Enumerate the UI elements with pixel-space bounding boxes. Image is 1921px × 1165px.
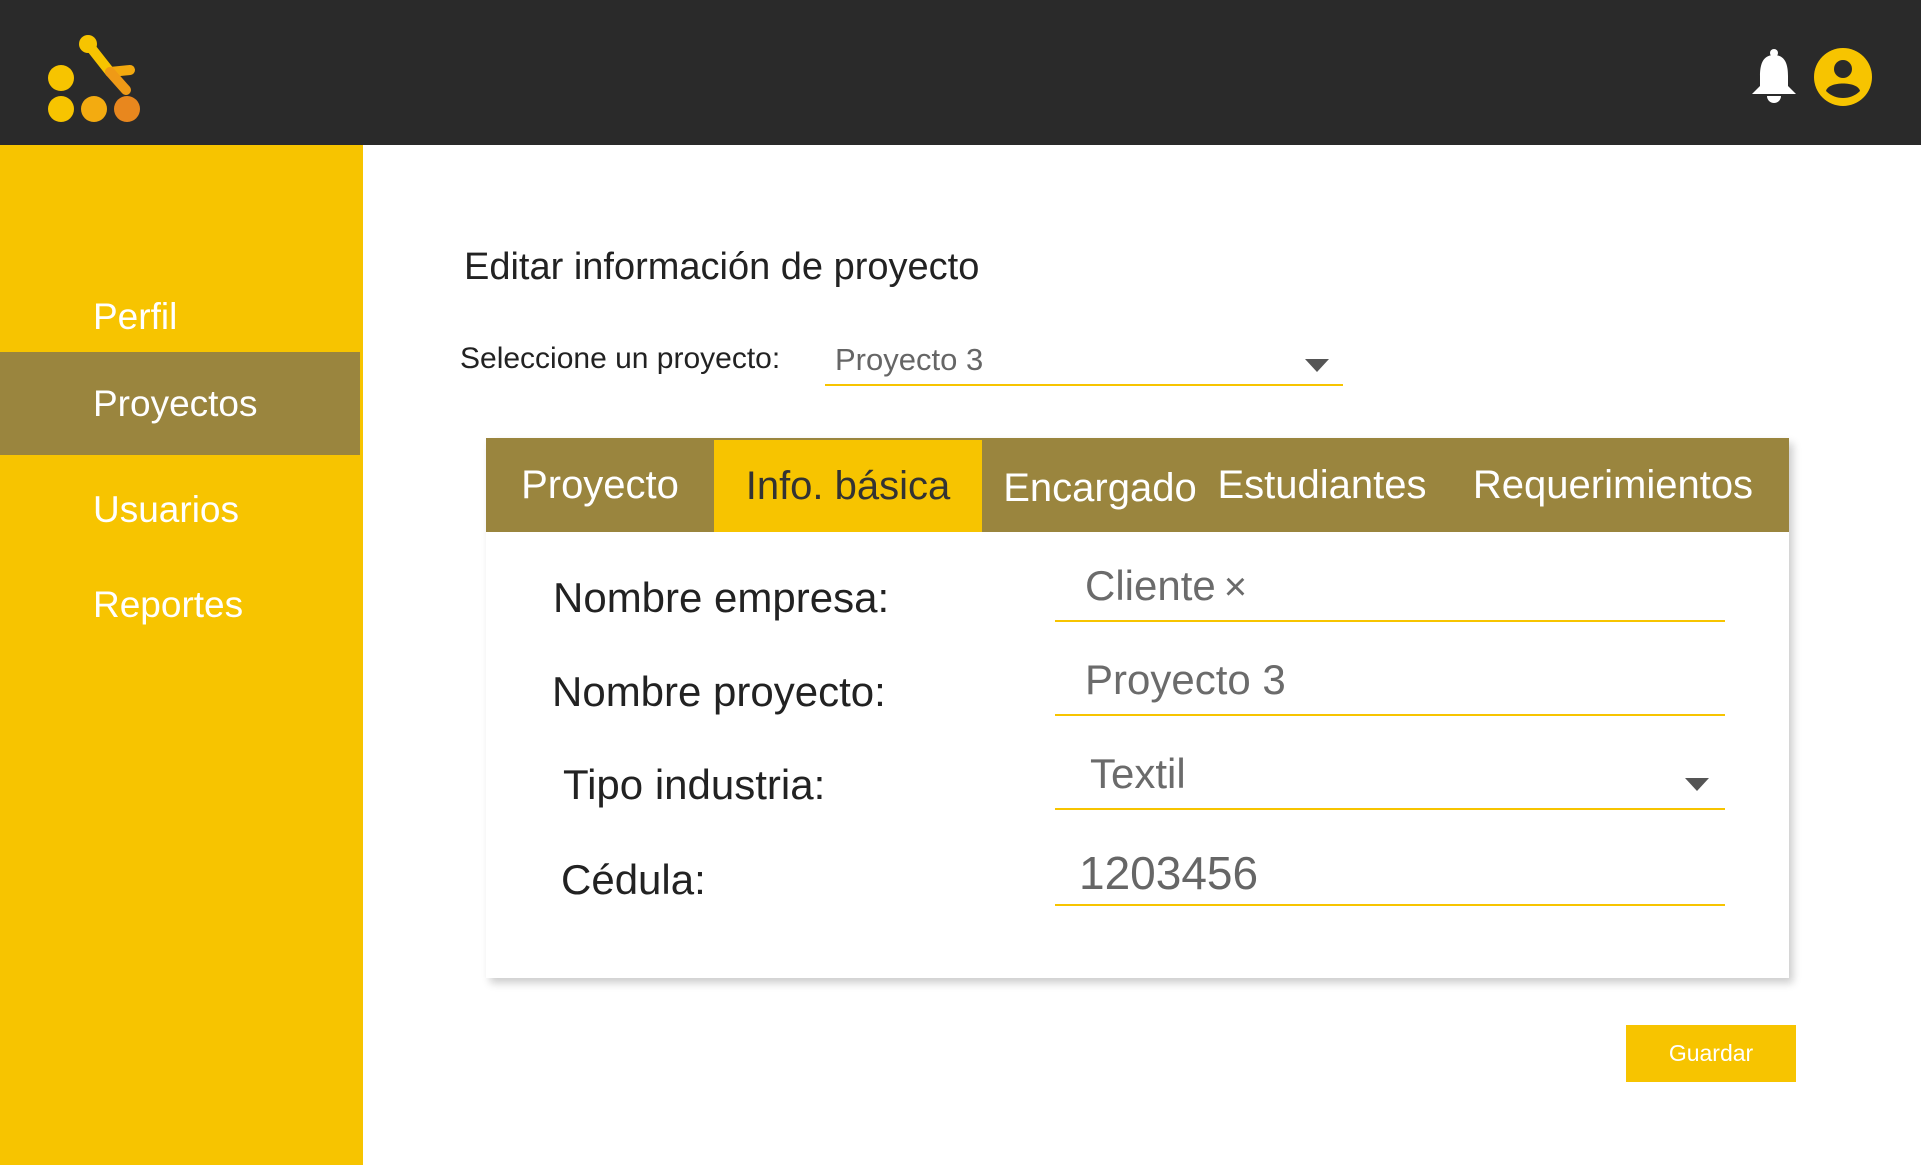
project-name-field[interactable]: Proyecto 3 [1055, 656, 1725, 716]
tab-proyecto[interactable]: Proyecto [486, 438, 714, 532]
industry-type-select[interactable]: Textil [1055, 750, 1725, 810]
chevron-down-icon[interactable] [1685, 778, 1709, 791]
tab-requerimientos[interactable]: Requerimientos [1448, 438, 1778, 532]
tab-estudiantes[interactable]: Estudiantes [1212, 438, 1432, 532]
bell-icon[interactable] [1748, 48, 1800, 104]
sidebar: Perfil Proyectos Usuarios Reportes [0, 145, 363, 1165]
top-bar [0, 0, 1921, 145]
project-select[interactable]: Proyecto 3 [825, 336, 1343, 386]
id-number-value: 1203456 [1079, 847, 1259, 899]
save-button[interactable]: Guardar [1626, 1025, 1796, 1082]
close-icon[interactable]: × [1224, 565, 1247, 610]
id-number-field[interactable]: 1203456 [1055, 846, 1725, 906]
user-circle-icon[interactable] [1814, 48, 1872, 106]
industry-type-label: Tipo industria: [563, 761, 826, 808]
chevron-down-icon[interactable] [1305, 359, 1329, 372]
page-title: Editar información de proyecto [464, 246, 980, 288]
project-name-label: Nombre proyecto: [552, 668, 886, 715]
company-name-field[interactable]: Cliente × [1055, 562, 1725, 622]
sidebar-item-proyectos[interactable]: Proyectos [0, 352, 360, 455]
tab-bar: Proyecto Info. básica Encargado Estudian… [486, 438, 1789, 532]
molecule-logo-icon[interactable] [48, 32, 148, 127]
sidebar-item-reportes[interactable]: Reportes [0, 553, 360, 656]
project-info-card: Proyecto Info. básica Encargado Estudian… [486, 438, 1789, 978]
company-name-label: Nombre empresa: [553, 574, 890, 621]
tab-info-basica[interactable]: Info. básica [714, 440, 982, 532]
id-number-label: Cédula: [561, 856, 706, 903]
project-select-label: Seleccione un proyecto: [460, 342, 781, 375]
project-select-value: Proyecto 3 [835, 342, 984, 377]
industry-type-value: Textil [1090, 750, 1186, 797]
company-name-value: Cliente × [1085, 562, 1247, 610]
project-name-value: Proyecto 3 [1085, 656, 1286, 703]
tab-encargado[interactable]: Encargado [1000, 438, 1200, 532]
company-name-text: Cliente [1085, 562, 1216, 609]
sidebar-item-usuarios[interactable]: Usuarios [0, 458, 360, 561]
